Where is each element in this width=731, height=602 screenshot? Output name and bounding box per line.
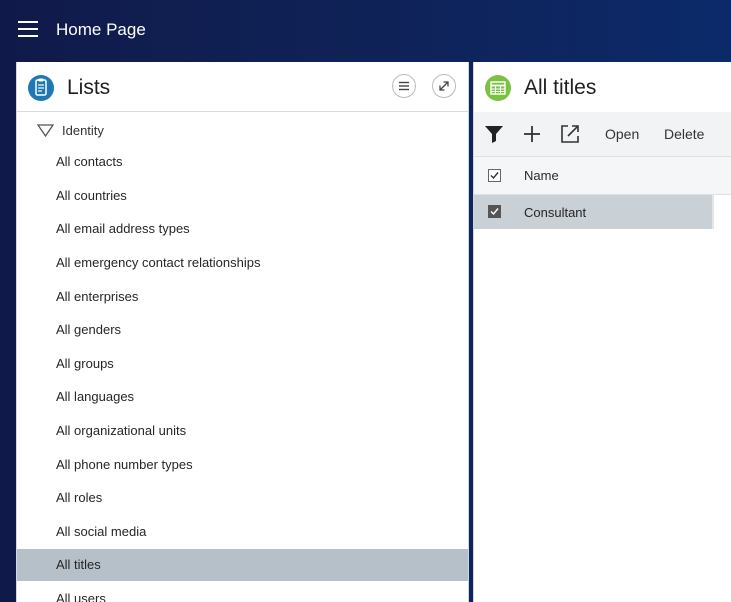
open-button[interactable]: Open (605, 125, 639, 143)
lists-panel-title: Lists (67, 76, 111, 99)
list-item-all-roles[interactable]: All roles (17, 482, 468, 514)
list-item-all-email-address-types[interactable]: All email address types (17, 213, 468, 245)
expand-panel-button[interactable] (432, 74, 456, 98)
all-titles-panel-title: All titles (524, 76, 597, 99)
open-external-icon[interactable] (559, 123, 581, 145)
column-header-name[interactable]: Name (524, 167, 559, 184)
hamburger-menu-icon[interactable] (18, 21, 38, 38)
row-name-cell: Consultant (524, 205, 587, 220)
table-row[interactable]: Consultant (474, 195, 714, 229)
delete-button[interactable]: Delete (664, 125, 704, 143)
grid-header-row: Name (474, 157, 713, 195)
list-item-all-organizational-units[interactable]: All organizational units (17, 415, 468, 447)
list-document-icon (28, 75, 54, 101)
grid-header-filler (712, 157, 731, 195)
list-item-all-emergency-contact-relationships[interactable]: All emergency contact relationships (17, 247, 468, 279)
all-titles-panel: All titles Open Delete Name Consultant (473, 62, 731, 602)
menu-lines-button[interactable] (392, 74, 416, 98)
list-item-all-titles[interactable]: All titles (17, 549, 468, 581)
lists-panel: Lists Identity All contacts All countrie… (16, 62, 469, 602)
select-all-checkbox[interactable] (488, 169, 501, 182)
list-item-all-groups[interactable]: All groups (17, 348, 468, 380)
expand-icon (439, 81, 449, 91)
list-item-all-phone-number-types[interactable]: All phone number types (17, 449, 468, 481)
checkmark-icon (490, 208, 499, 216)
list-item-all-countries[interactable]: All countries (17, 180, 468, 212)
triangle-down-icon[interactable] (37, 123, 54, 137)
list-item-all-social-media[interactable]: All social media (17, 516, 468, 548)
list-item-all-enterprises[interactable]: All enterprises (17, 281, 468, 313)
lists-panel-header: Lists (17, 62, 468, 112)
list-item-all-contacts[interactable]: All contacts (17, 146, 468, 178)
grid-toolbar: Open Delete (474, 112, 731, 157)
list-item-all-languages[interactable]: All languages (17, 381, 468, 413)
page-title: Home Page (56, 20, 146, 39)
plus-icon[interactable] (521, 123, 543, 145)
tree-node-identity[interactable]: Identity (37, 120, 104, 140)
list-item-all-genders[interactable]: All genders (17, 314, 468, 346)
list-item-all-users[interactable]: All users (17, 583, 468, 602)
menu-lines-icon (399, 81, 409, 91)
all-titles-panel-header: All titles (474, 62, 731, 111)
table-grid-icon (485, 75, 511, 101)
tree-node-label: Identity (62, 122, 104, 138)
top-bar: Home Page (0, 0, 731, 62)
checkmark-icon (490, 172, 499, 180)
row-checkbox[interactable] (488, 205, 501, 218)
filter-icon[interactable] (483, 123, 505, 145)
